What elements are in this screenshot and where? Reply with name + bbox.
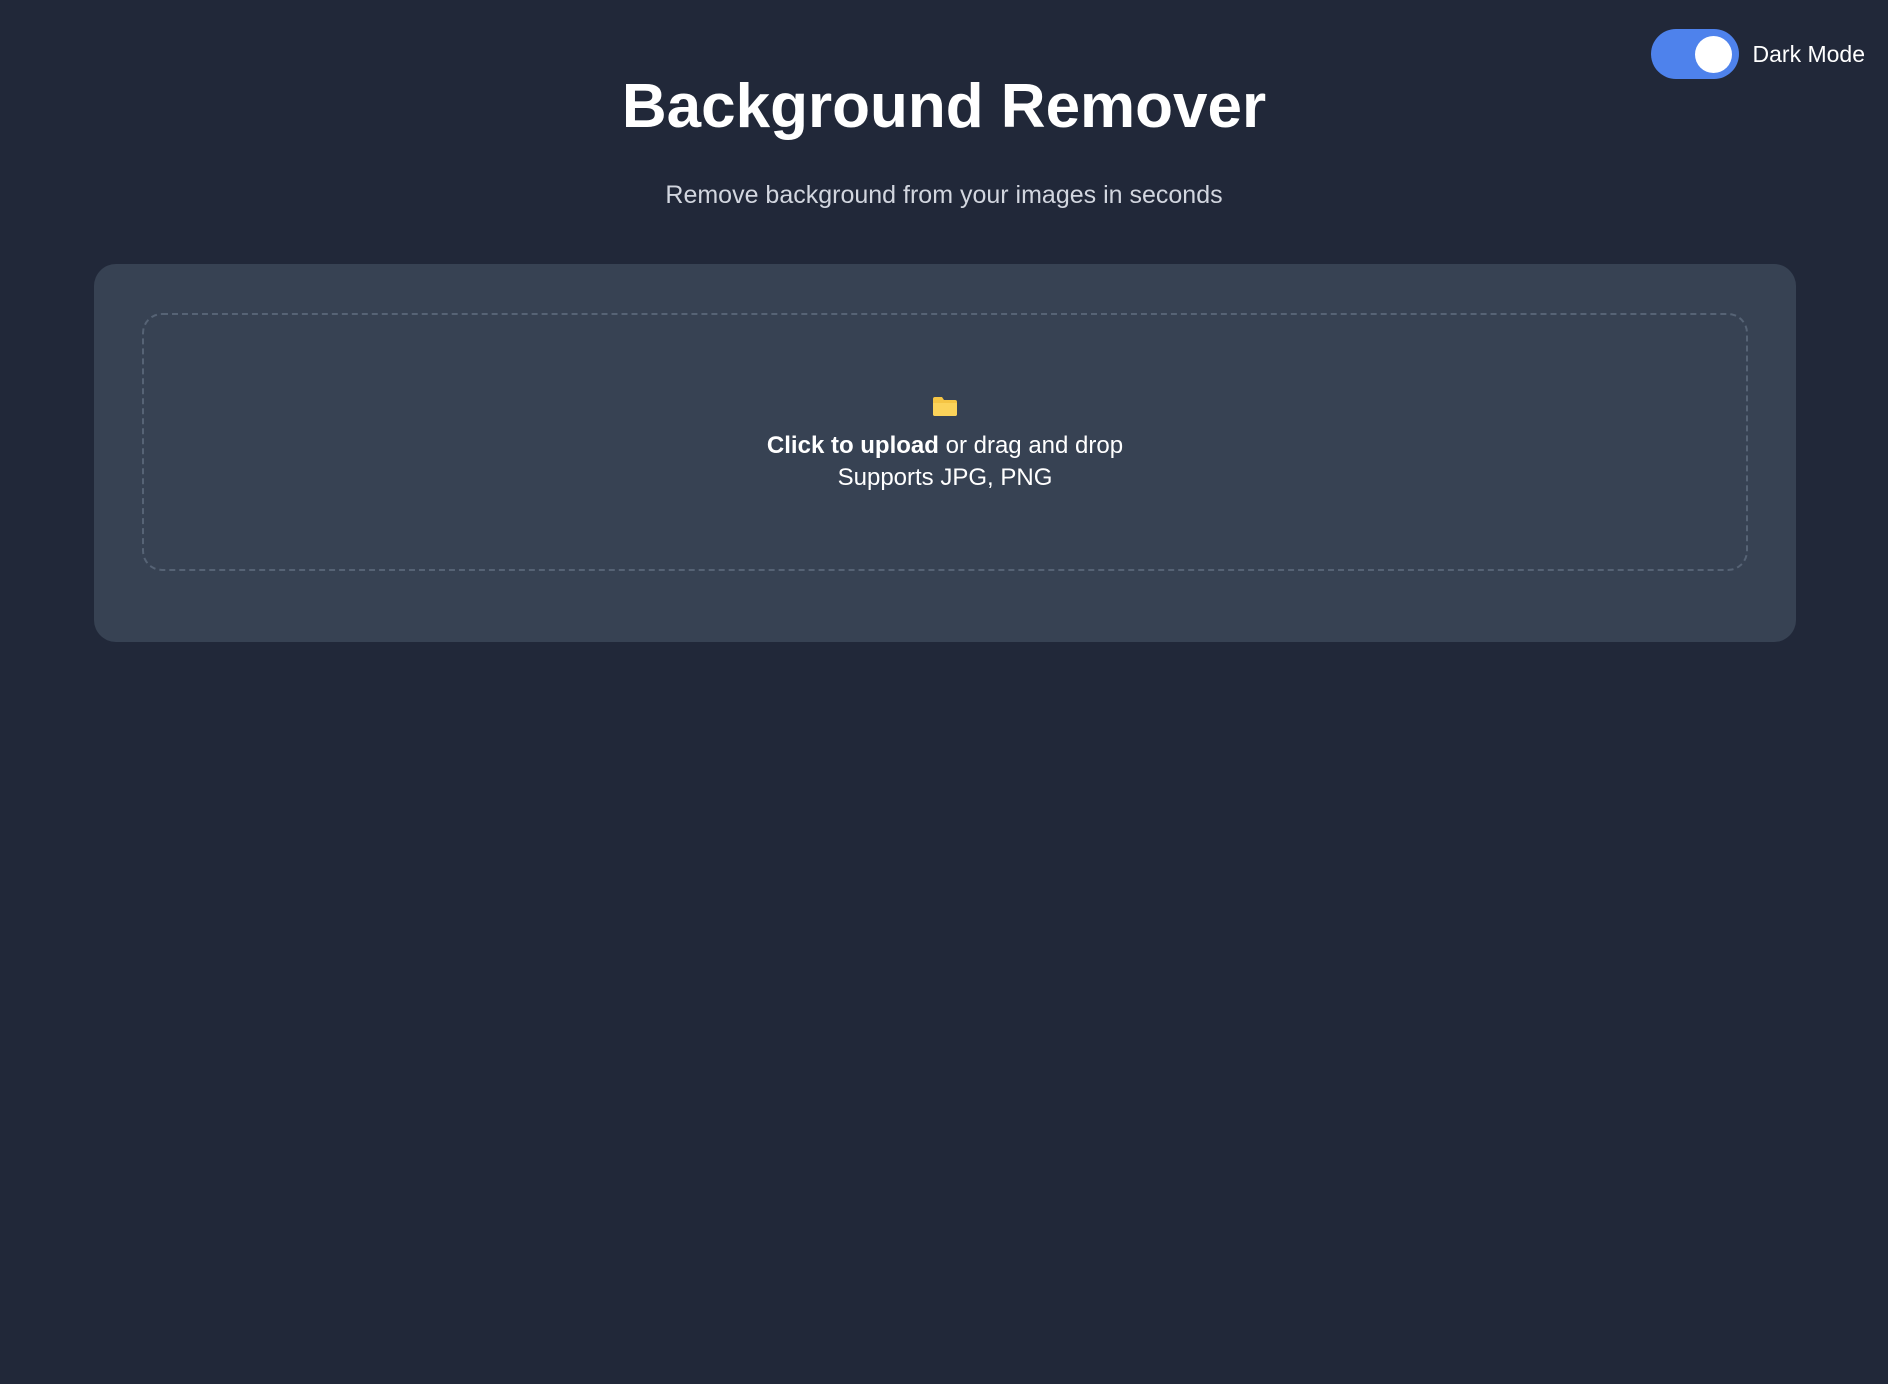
dropzone-content: Click to upload or drag and drop Support… [144,395,1746,492]
upload-instruction: Click to upload or drag and drop [144,428,1746,464]
supported-formats: Supports JPG, PNG [837,464,1053,491]
app-page: Dark Mode Background Remover Remove back… [0,0,1888,1384]
upload-dropzone[interactable]: Click to upload or drag and drop Support… [142,313,1748,571]
upload-card: Click to upload or drag and drop Support… [94,264,1796,642]
toggle-knob [1694,36,1732,73]
page-subtitle: Remove background from your images in se… [665,181,1223,209]
page-title: Background Remover [621,72,1267,141]
folder-icon [932,395,958,417]
drag-drop-text: or drag and drop [938,432,1124,459]
toggle-label: Dark Mode [1752,40,1865,67]
click-to-upload-link[interactable]: Click to upload [767,432,939,459]
